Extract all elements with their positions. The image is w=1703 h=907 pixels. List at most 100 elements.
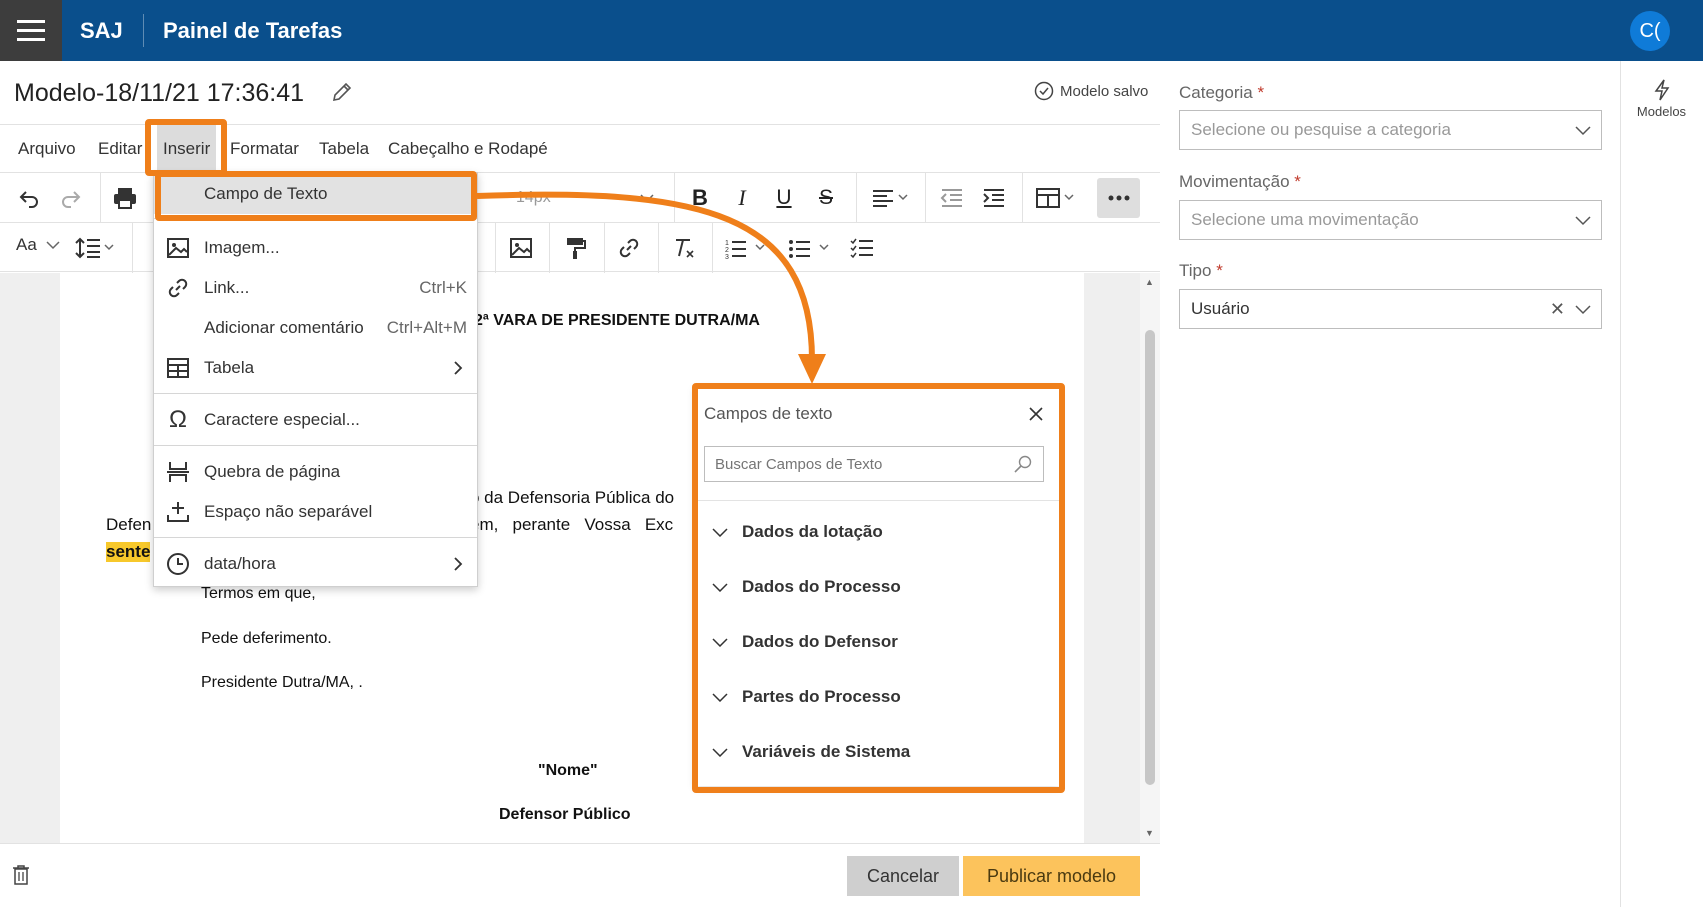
nbsp-icon — [167, 502, 189, 522]
doc-paragraph-start[interactable]: Defen — [106, 515, 151, 535]
font-size-select[interactable]: 14px — [502, 181, 662, 215]
publish-model-button[interactable]: Publicar modelo — [963, 856, 1140, 896]
menu-divider — [154, 537, 477, 538]
lightning-icon — [1654, 79, 1669, 101]
page-break-icon — [167, 462, 189, 482]
doc-signature-role[interactable]: Defensor Público — [499, 806, 631, 824]
redo-icon[interactable] — [54, 181, 88, 215]
toolbar-separator — [495, 223, 496, 273]
insert-menu-espaco-nao-separavel[interactable]: Espaço não separável — [154, 492, 477, 532]
bold-icon[interactable]: B — [683, 181, 717, 215]
app-title: Painel de Tarefas — [163, 18, 343, 43]
menu-cabecalho-rodape[interactable]: Cabeçalho e Rodapé — [384, 125, 552, 173]
menu-divider — [154, 393, 477, 394]
movimentacao-label-text: Movimentação — [1179, 172, 1290, 191]
scroll-down-icon[interactable]: ▼ — [1145, 828, 1154, 838]
required-mark: * — [1294, 172, 1301, 191]
menu-item-label: Quebra de página — [204, 462, 341, 481]
doc-closing-line[interactable]: Termos em que, — [201, 585, 316, 603]
more-options-icon[interactable] — [1097, 178, 1140, 218]
menu-divider — [154, 445, 477, 446]
tipo-label: Tipo * — [1179, 261, 1223, 281]
insert-menu-imagem[interactable]: Imagem... — [154, 228, 477, 268]
user-avatar[interactable]: C( — [1630, 11, 1670, 51]
outdent-icon[interactable] — [935, 181, 969, 215]
image-icon — [167, 238, 189, 258]
cancel-button[interactable]: Cancelar — [847, 856, 959, 896]
tipo-select[interactable]: Usuário ✕ — [1179, 289, 1602, 329]
menu-item-label: Adicionar comentário — [204, 318, 364, 337]
doc-paragraph-line[interactable]: o da Defensoria Pública do — [470, 488, 674, 508]
menu-item-shortcut: Ctrl+K — [419, 278, 467, 297]
format-painter-icon[interactable] — [559, 231, 593, 265]
insert-image-icon[interactable] — [504, 231, 538, 265]
categoria-select[interactable]: Selecione ou pesquise a categoria — [1179, 110, 1602, 150]
doc-signature-name[interactable]: "Nome" — [538, 762, 598, 780]
toolbar-separator — [658, 223, 659, 273]
toolbar-separator — [712, 223, 713, 273]
text-format-button[interactable]: Aa — [16, 235, 60, 255]
movimentacao-select[interactable]: Selecione uma movimentação — [1179, 200, 1602, 240]
saved-status: Modelo salvo — [1034, 81, 1148, 101]
menu-arquivo[interactable]: Arquivo — [14, 125, 80, 173]
categoria-label-text: Categoria — [1179, 83, 1253, 102]
chevron-down-icon — [1575, 305, 1591, 315]
omega-icon: Ω — [169, 406, 187, 433]
chevron-down-icon — [1575, 216, 1591, 226]
chevron-down-icon — [1575, 126, 1591, 136]
doc-highlighted-field[interactable]: sente — [106, 542, 151, 562]
menu-item-shortcut: Ctrl+Alt+M — [386, 318, 467, 337]
doc-paragraph-line[interactable]: em, perante Vossa Exc — [470, 515, 673, 535]
insert-menu-adicionar-comentario[interactable]: Adicionar comentário Ctrl+Alt+M — [154, 308, 477, 348]
top-bar: SAJ Painel de Tarefas C( — [0, 0, 1703, 61]
pencil-icon[interactable] — [330, 80, 354, 104]
document-title[interactable]: Modelo-18/11/21 17:36:41 — [14, 79, 304, 108]
underline-icon[interactable]: U — [767, 181, 801, 215]
bullet-list-icon[interactable] — [786, 231, 842, 265]
clear-icon[interactable]: ✕ — [1550, 290, 1565, 328]
menu-item-label: data/hora — [204, 554, 276, 573]
strikethrough-icon[interactable]: S — [809, 181, 843, 215]
link-icon[interactable] — [612, 231, 646, 265]
insert-menu-link[interactable]: Link... Ctrl+K — [154, 268, 477, 308]
menu-item-label: Tabela — [204, 358, 255, 377]
line-height-icon[interactable] — [72, 231, 122, 265]
doc-closing-line[interactable]: Pede deferimento. — [201, 630, 332, 648]
align-left-icon[interactable] — [866, 181, 916, 215]
table-grid-icon[interactable] — [1032, 181, 1082, 215]
insert-menu-tabela[interactable]: Tabela — [154, 348, 477, 388]
link-icon — [168, 278, 188, 298]
insert-menu-quebra-de-pagina[interactable]: Quebra de página — [154, 452, 477, 492]
chevron-right-icon — [454, 557, 463, 571]
brand-logo[interactable]: SAJ — [80, 18, 123, 44]
modelos-label: Modelos — [1636, 104, 1687, 119]
toolbar-separator — [674, 173, 675, 223]
toolbar-separator — [549, 223, 550, 273]
numbered-list-icon[interactable]: 123 — [722, 231, 778, 265]
doc-heading[interactable]: 2ª VARA DE PRESIDENTE DUTRA/MA — [474, 312, 760, 330]
menu-formatar[interactable]: Formatar — [226, 125, 303, 173]
insert-menu-caractere-especial[interactable]: Ω Caractere especial... — [154, 400, 477, 440]
menu-item-label: Caractere especial... — [204, 410, 360, 429]
menu-tabela[interactable]: Tabela — [315, 125, 373, 173]
check-circle-icon — [1034, 81, 1054, 101]
print-icon[interactable] — [108, 181, 142, 215]
editor-scrollbar-thumb[interactable] — [1145, 330, 1155, 785]
hamburger-menu-icon[interactable] — [0, 0, 62, 61]
modelos-button[interactable]: Modelos — [1620, 78, 1703, 119]
text-format-label: Aa — [16, 235, 37, 254]
doc-closing-line[interactable]: Presidente Dutra/MA, . — [201, 674, 363, 692]
italic-icon[interactable]: I — [725, 181, 759, 215]
checklist-icon[interactable] — [845, 231, 879, 265]
indent-icon[interactable] — [977, 181, 1011, 215]
undo-icon[interactable] — [12, 181, 46, 215]
menu-editar[interactable]: Editar — [94, 125, 146, 173]
trash-icon[interactable] — [12, 864, 30, 886]
required-mark: * — [1257, 83, 1265, 102]
clear-formatting-icon[interactable] — [667, 231, 701, 265]
toolbar-separator — [100, 173, 101, 223]
toolbar-separator — [604, 223, 605, 273]
scroll-up-icon[interactable]: ▲ — [1145, 277, 1154, 287]
menu-item-label: Link... — [204, 278, 250, 297]
insert-menu-data-hora[interactable]: data/hora — [154, 544, 477, 584]
